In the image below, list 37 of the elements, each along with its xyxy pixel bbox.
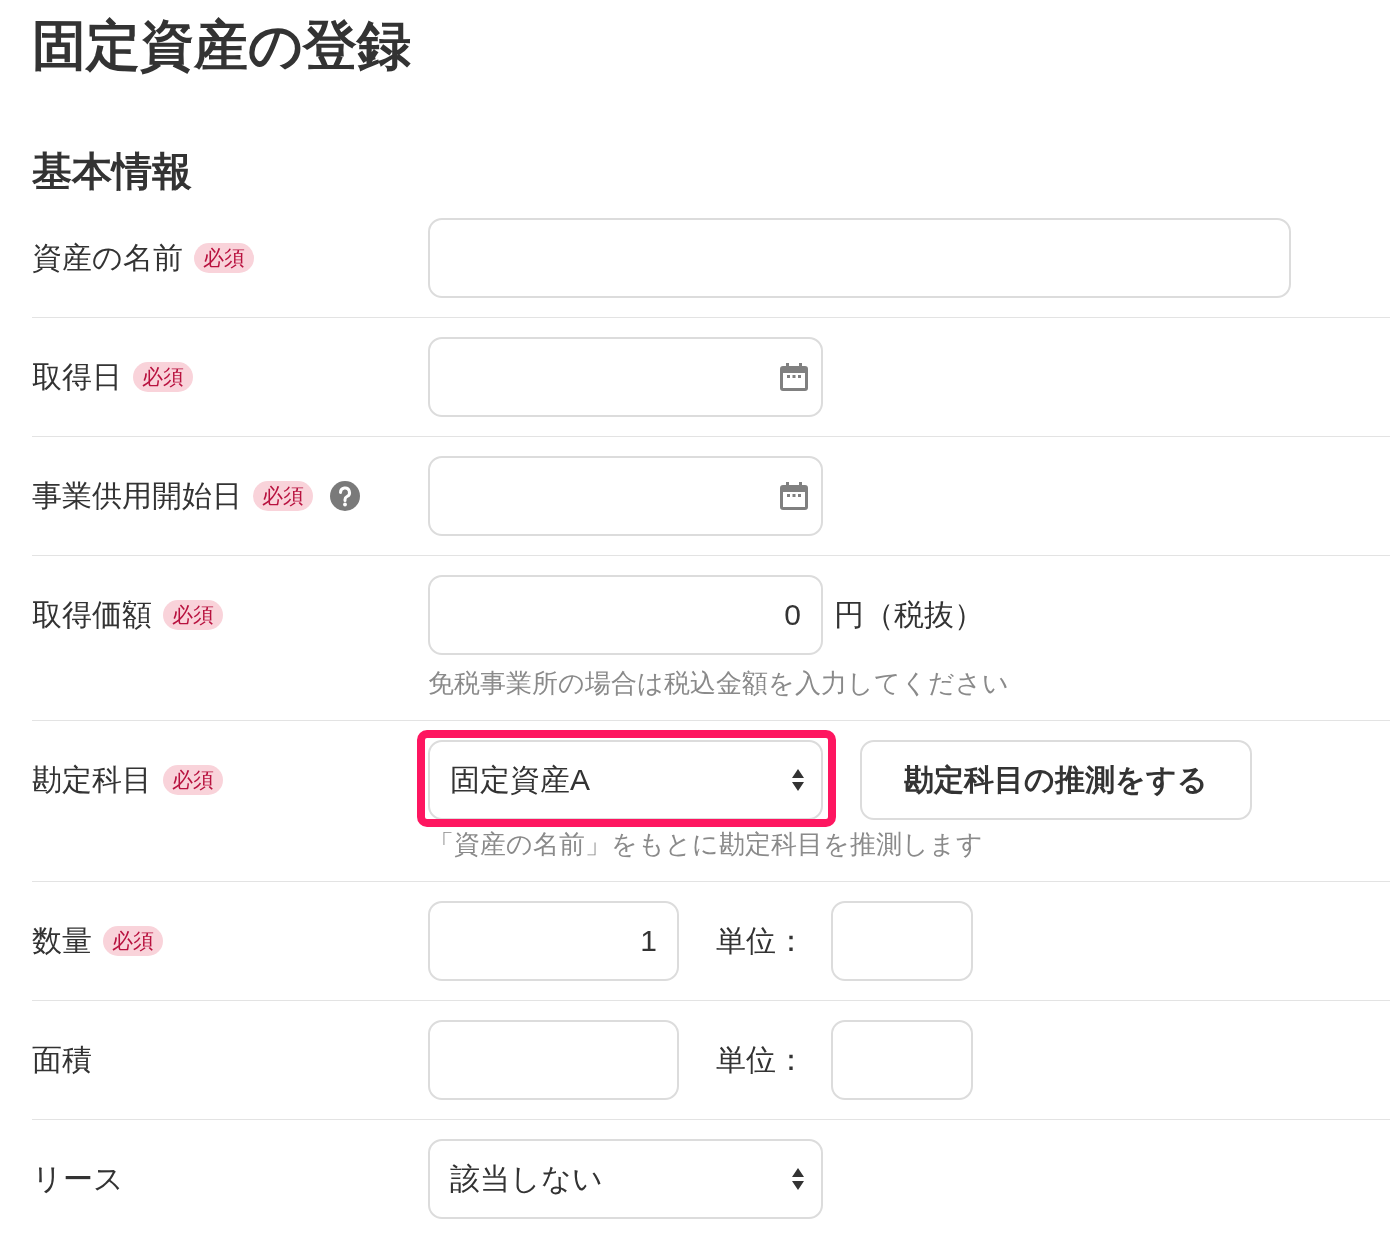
required-badge: 必須 <box>163 765 223 795</box>
field-label: 資産の名前 <box>32 240 183 276</box>
date-field[interactable] <box>428 337 823 417</box>
field-label: 面積 <box>32 1042 92 1078</box>
required-badge: 必須 <box>133 362 193 392</box>
text-input[interactable] <box>428 218 1291 298</box>
field-hint: 「資産の名前」をもとに勘定科目を推測します <box>428 828 983 861</box>
field-label: 勘定科目 <box>32 762 152 798</box>
required-badge: 必須 <box>103 926 163 956</box>
help-icon[interactable] <box>330 481 360 511</box>
field-hint: 免税事業所の場合は税込金額を入力してください <box>428 667 1009 700</box>
up-down-arrows-icon <box>791 1167 805 1191</box>
page-title: 固定資産の登録 <box>32 14 412 77</box>
up-down-arrows-icon <box>791 768 805 792</box>
calendar-icon <box>780 482 808 510</box>
unit-label: 単位： <box>716 922 806 959</box>
select-field[interactable]: 該当しない <box>428 1139 823 1219</box>
field-label: 数量 <box>32 923 92 959</box>
field-label: 取得日 <box>32 359 122 395</box>
date-field[interactable] <box>428 456 823 536</box>
unit-label: 単位： <box>716 1041 806 1078</box>
amount-input[interactable]: 0 <box>428 575 823 655</box>
field-label: リース <box>32 1161 124 1197</box>
required-badge: 必須 <box>163 600 223 630</box>
estimate-button[interactable]: 勘定科目の推測をする <box>860 740 1252 820</box>
field-label: 取得価額 <box>32 597 152 633</box>
number-input[interactable]: 1 <box>428 901 679 981</box>
calendar-icon <box>780 363 808 391</box>
section-heading: 基本情報 <box>32 148 193 195</box>
required-badge: 必須 <box>253 481 313 511</box>
unit-input[interactable] <box>831 901 973 981</box>
field-label: 事業供用開始日 <box>32 478 242 514</box>
unit-input[interactable] <box>831 1020 973 1100</box>
select-field[interactable]: 固定資産A <box>428 740 823 820</box>
unit-suffix: 円（税抜） <box>834 596 984 633</box>
number-input[interactable] <box>428 1020 679 1100</box>
required-badge: 必須 <box>194 243 254 273</box>
